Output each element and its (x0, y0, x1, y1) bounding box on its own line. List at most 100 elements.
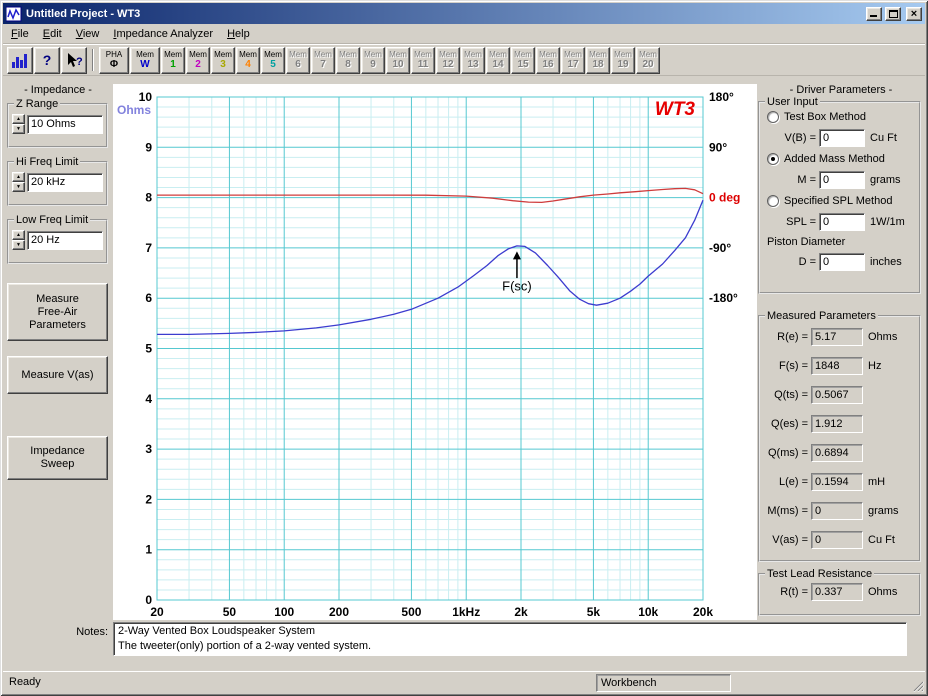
mem-16-button[interactable]: Mem 16 (536, 46, 560, 74)
low-freq-limit-spin-up-button[interactable]: ▲ (12, 230, 25, 240)
d-input[interactable]: 0 (819, 253, 865, 271)
mem-2-button[interactable]: Mem 2 (186, 46, 210, 74)
piston-diameter-label: Piston Diameter (767, 236, 846, 248)
resize-grip[interactable] (911, 679, 924, 692)
mem-15-button[interactable]: Mem 15 (511, 46, 535, 74)
hi-freq-limit-spin-up-button[interactable]: ▲ (12, 172, 25, 182)
close-button[interactable]: × (906, 6, 922, 21)
menu-view[interactable]: View (69, 25, 107, 43)
mem-19-button[interactable]: Mem 19 (611, 46, 635, 74)
mem-7-button[interactable]: Mem 7 (311, 46, 335, 74)
toolbar-separator (92, 49, 94, 71)
mem-10-line1: Mem (389, 50, 407, 59)
fs-unit: Hz (868, 359, 882, 372)
mem-w-line1: Mem (136, 50, 154, 59)
mem-8-button[interactable]: Mem 8 (336, 46, 360, 74)
mem-13-button[interactable]: Mem 13 (461, 46, 485, 74)
x-tick-100: 100 (274, 605, 294, 619)
specified-spl-method-label: Specified SPL Method (784, 195, 893, 207)
spl-input[interactable]: 0 (819, 213, 865, 231)
low-freq-limit-value[interactable]: 20 Hz (27, 230, 103, 250)
mem-6-number: 6 (295, 59, 301, 70)
d-unit: inches (870, 256, 902, 268)
z-range-spin-down-button[interactable]: ▼ (12, 124, 25, 134)
phase-tick-10: 180° (709, 90, 734, 104)
z-range-spin-up-button[interactable]: ▲ (12, 114, 25, 124)
measured-rows: R(e) = 5.17 Ohms F(s) = 1848 Hz Q(ts) = 0.5067 Q… (763, 322, 916, 554)
menu-edit[interactable]: Edit (36, 25, 69, 43)
m-row: M = 0 grams (763, 168, 916, 192)
specified-spl-method-row: Specified SPL Method (763, 192, 916, 210)
maximize-button[interactable] (885, 6, 901, 21)
notes-field[interactable]: 2-Way Vented Box Loudspeaker System The t… (113, 622, 907, 656)
low-freq-limit-group: Low Freq Limit ▲ ▼ 20 Hz (7, 214, 108, 264)
y-tick-6: 6 (145, 291, 152, 305)
specified-spl-method-radio[interactable] (767, 195, 779, 207)
phase-button[interactable]: PHA Φ (99, 46, 129, 74)
mem-20-button[interactable]: Mem 20 (636, 46, 660, 74)
mem-6-button[interactable]: Mem 6 (286, 46, 310, 74)
maximize-icon (888, 9, 898, 18)
mem-11-button[interactable]: Mem 11 (411, 46, 435, 74)
app-icon (6, 6, 22, 21)
context-help-button[interactable]: ? (61, 46, 87, 74)
mem-11-line1: Mem (414, 50, 432, 59)
m-input[interactable]: 0 (819, 171, 865, 189)
mem-6-line1: Mem (289, 50, 307, 59)
added-mass-method-radio-dot (771, 157, 775, 161)
qes-value: 1.912 (811, 414, 863, 433)
rt-label: R(t) = (780, 586, 808, 598)
menu-file[interactable]: File (4, 25, 36, 43)
mem-5-button[interactable]: Mem 5 (261, 46, 285, 74)
piston-diameter-row: Piston Diameter (763, 234, 916, 250)
vb-input[interactable]: 0 (819, 129, 865, 147)
low-freq-limit-spin-down-button[interactable]: ▼ (12, 240, 25, 250)
help-button[interactable]: ? (34, 46, 60, 74)
chart-area: F(sc) 0 1 2 3 4 5 6 7 8 9 10 Ohms 180° 90° 0 deg -90° -18… (113, 84, 757, 620)
impedance-view-button[interactable] (7, 46, 33, 74)
hi-freq-limit-spin-down-button[interactable]: ▼ (12, 182, 25, 192)
spl-label: SPL = (786, 216, 816, 228)
minimize-button[interactable] (866, 6, 882, 21)
mms-value: 0 (811, 501, 863, 520)
test-box-method-radio[interactable] (767, 111, 779, 123)
measure-free-air-button[interactable]: Measure Free-Air Parameters (7, 283, 108, 341)
hi-freq-limit-row: ▲ ▼ 20 kHz (12, 172, 103, 192)
z-range-value[interactable]: 10 Ohms (27, 114, 103, 134)
measure-vas-button[interactable]: Measure V(as) (7, 356, 108, 394)
menu-impedance-analyzer[interactable]: Impedance Analyzer (106, 25, 220, 43)
toolbar: ? ? PHA Φ Mem W Mem 1 Mem 2 Mem 3 Mem 4 Mem 5 Mem 6… (3, 44, 925, 76)
added-mass-method-radio[interactable] (767, 153, 779, 165)
driver-parameters-panel: - Driver Parameters - User Input Test Bo… (757, 76, 925, 671)
vb-unit: Cu Ft (870, 132, 897, 144)
mem-17-button[interactable]: Mem 17 (561, 46, 585, 74)
menu-help[interactable]: Help (220, 25, 257, 43)
mem-18-button[interactable]: Mem 18 (586, 46, 610, 74)
mem-w-number: W (140, 59, 150, 70)
mem-1-number: 1 (170, 59, 176, 70)
mem-4-button[interactable]: Mem 4 (236, 46, 260, 74)
vb-label: V(B) = (784, 132, 816, 144)
hi-freq-limit-value[interactable]: 20 kHz (27, 172, 103, 192)
impedance-sweep-button[interactable]: Impedance Sweep (7, 436, 108, 480)
test-lead-group: Test Lead Resistance R(t) = 0.337 Ohms (758, 568, 921, 616)
d-row: D = 0 inches (763, 250, 916, 274)
mem-14-button[interactable]: Mem 14 (486, 46, 510, 74)
mem-3-button[interactable]: Mem 3 (211, 46, 235, 74)
mem-5-number: 5 (270, 59, 276, 70)
mem-8-number: 8 (345, 59, 351, 70)
mem-1-button[interactable]: Mem 1 (161, 46, 185, 74)
mem-10-button[interactable]: Mem 10 (386, 46, 410, 74)
mem-w-button[interactable]: Mem W (130, 46, 160, 74)
mem-8-line1: Mem (339, 50, 357, 59)
mem-9-button[interactable]: Mem 9 (361, 46, 385, 74)
rt-unit: Ohms (868, 586, 898, 598)
mem-16-number: 16 (542, 59, 554, 70)
mms-row: M(ms) = 0 grams (763, 496, 916, 525)
note-line-2: The tweeter(only) portion of a 2-way ven… (118, 640, 372, 652)
context-help-icon: ? (67, 52, 83, 68)
low-freq-limit-spinner: ▲ ▼ (12, 230, 25, 250)
mem-12-button[interactable]: Mem 12 (436, 46, 460, 74)
re-value: 5.17 (811, 327, 863, 346)
driver-parameters-title: - Driver Parameters - (789, 84, 893, 96)
